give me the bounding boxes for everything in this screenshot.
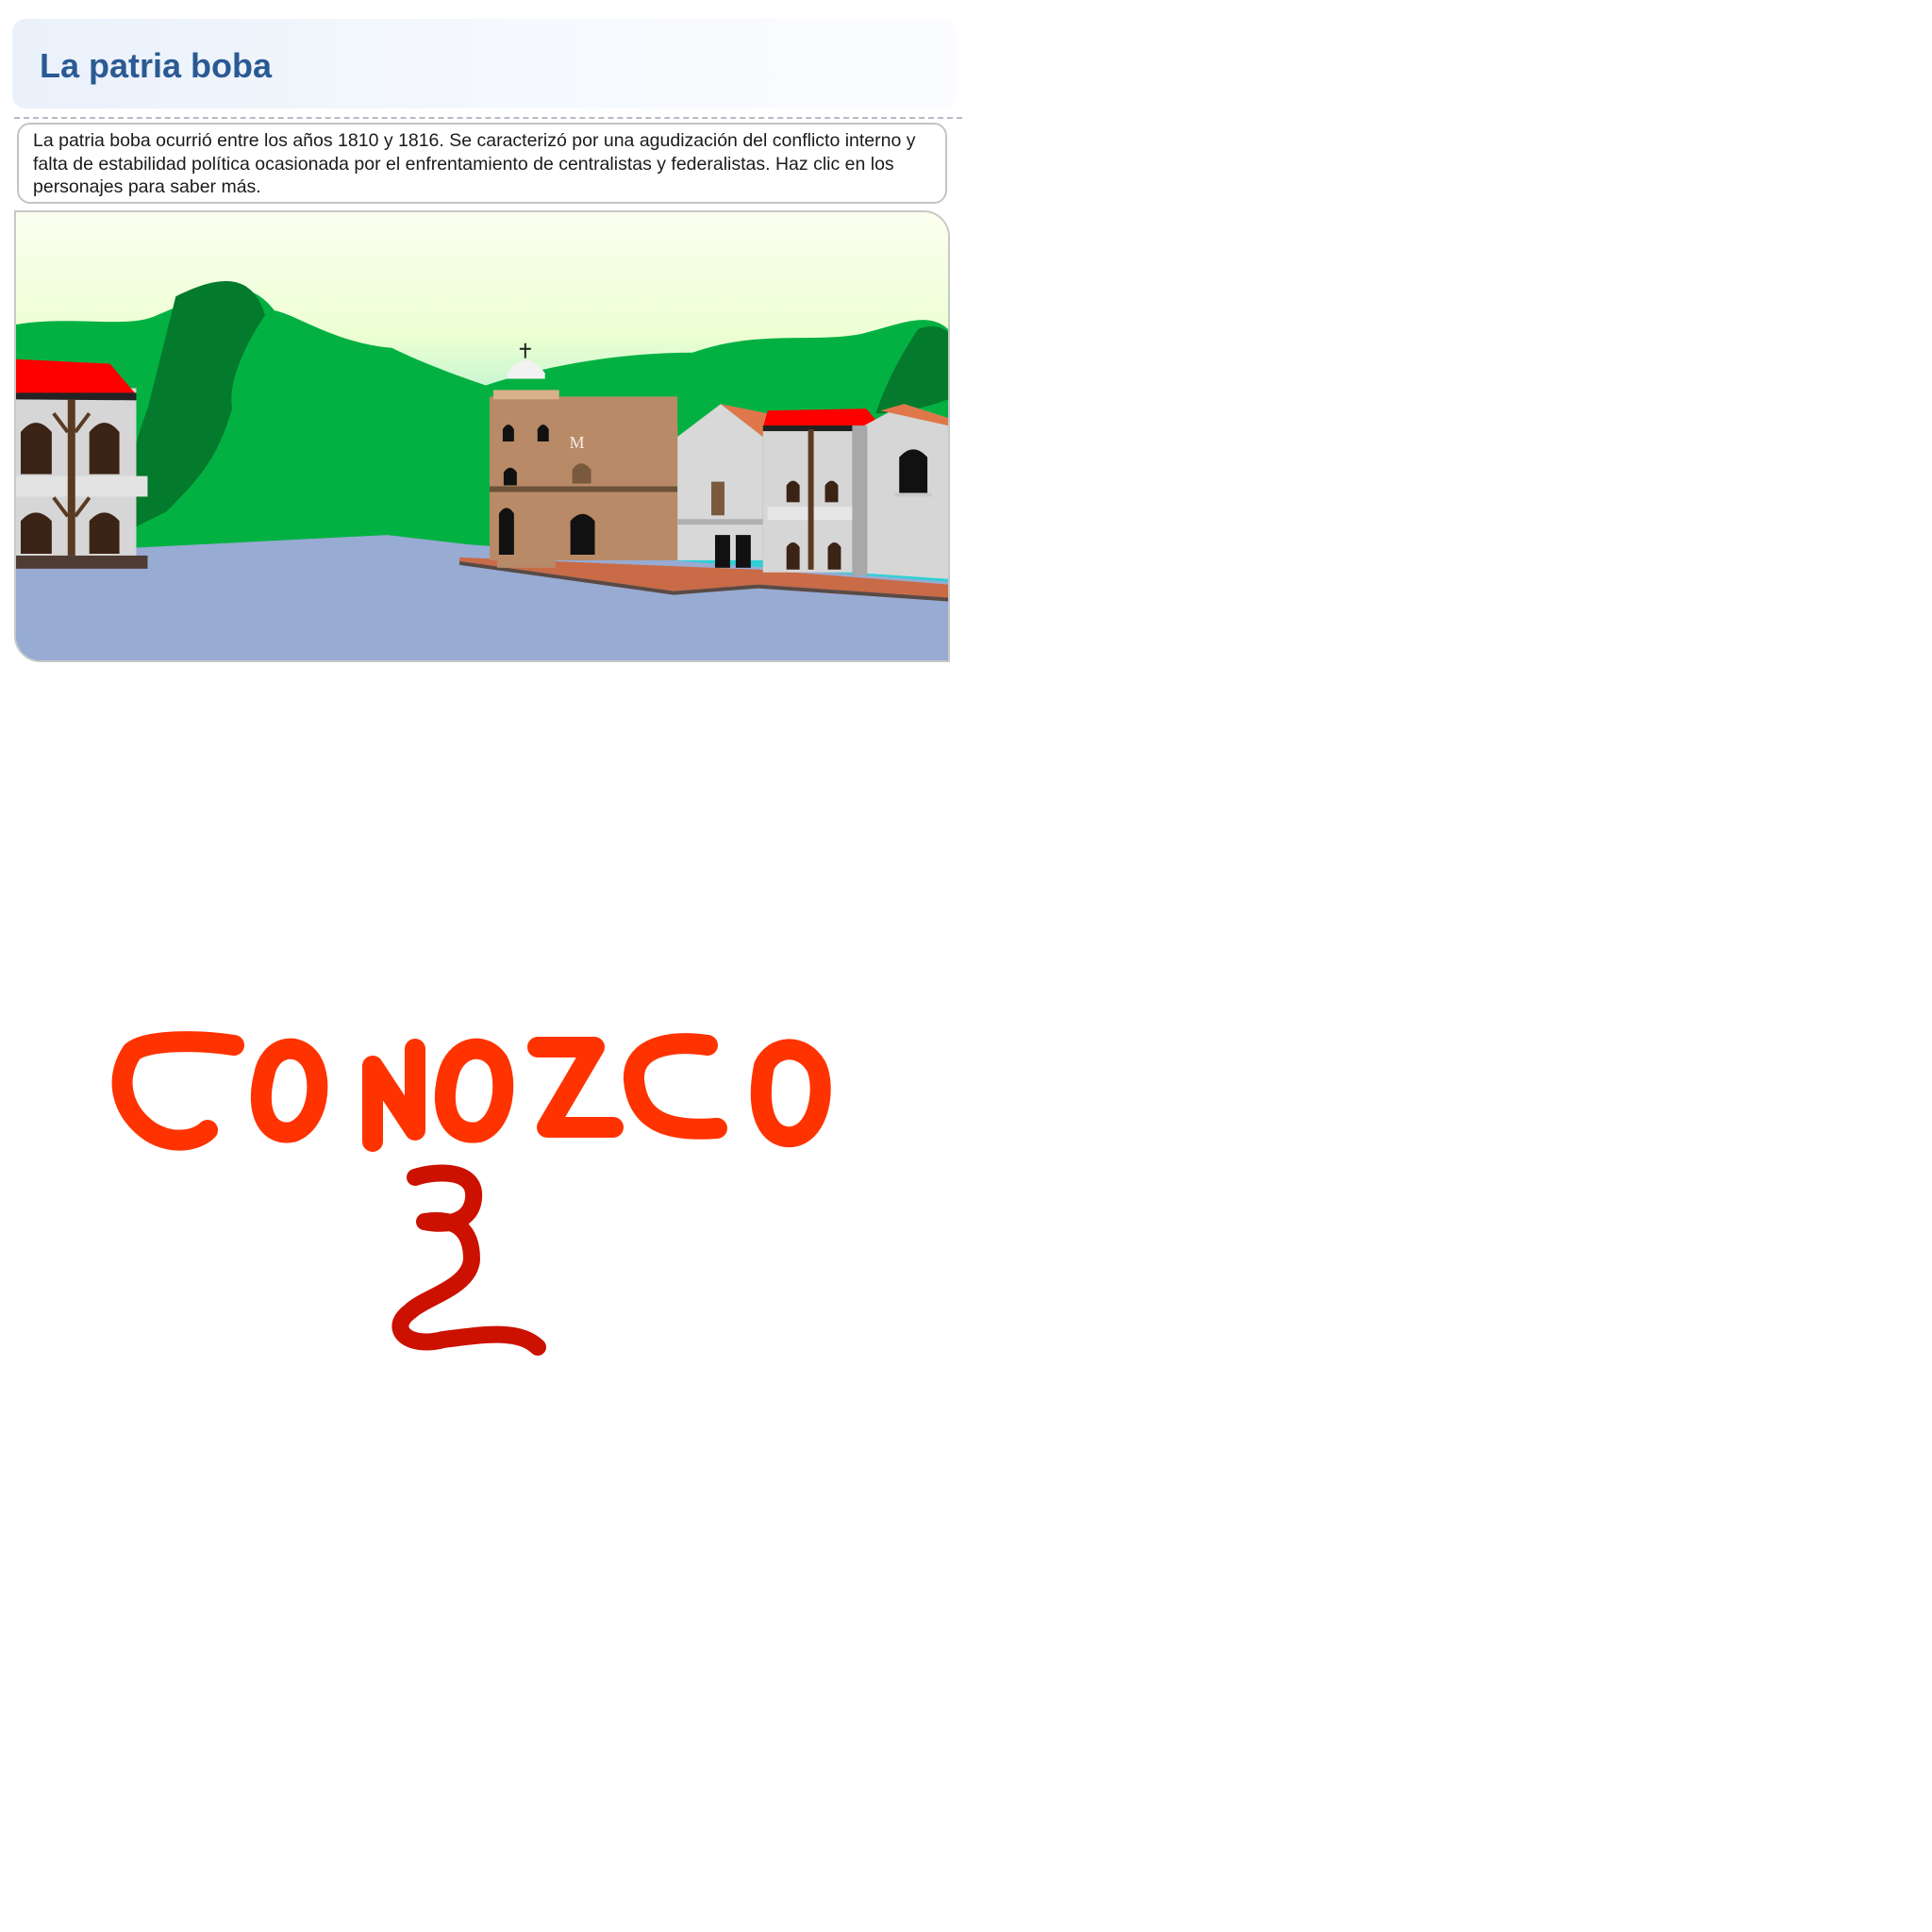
conozco-stamp: [104, 1028, 858, 1377]
colonial-town-scene[interactable]: M: [14, 210, 950, 662]
handwritten-word: [111, 1031, 831, 1152]
header-divider: [14, 117, 962, 119]
handwritten-logo: [111, 1031, 831, 1356]
right-house: [852, 404, 948, 579]
left-house: [16, 358, 148, 569]
intro-text: La patria boba ocurrió entre los años 18…: [33, 130, 916, 197]
page-title: La patria boba: [40, 46, 273, 85]
church-monogram: M: [570, 433, 585, 452]
handwritten-number: [391, 1164, 546, 1356]
town-illustration: M: [16, 212, 948, 660]
